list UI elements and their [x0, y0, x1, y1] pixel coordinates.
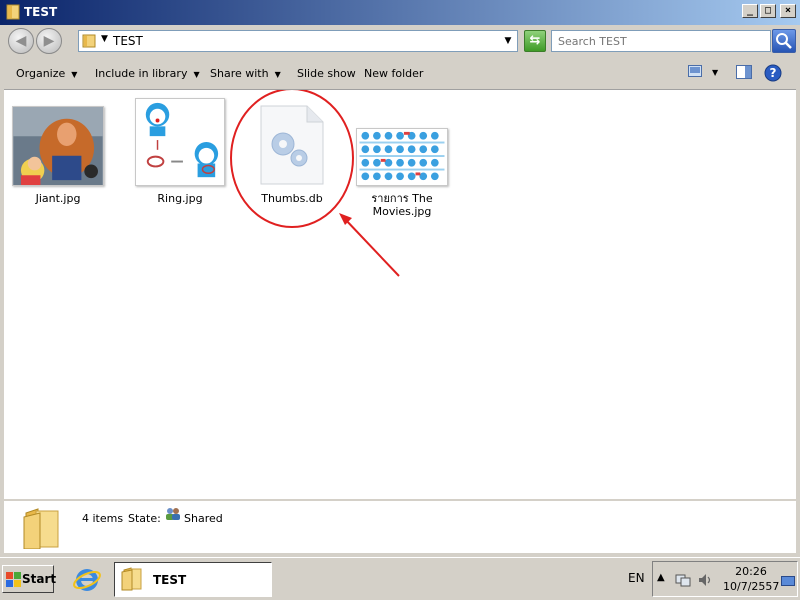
- file-item-ring[interactable]: Ring.jpg: [132, 90, 228, 205]
- system-tray: ▲ 20:26 10/7/2557: [652, 561, 798, 597]
- item-count: 4 items: [82, 512, 124, 525]
- image-thumbnail: [356, 128, 448, 186]
- address-row: ◀ ▶ ▼ TEST ▼ ⇆: [0, 25, 800, 59]
- internet-explorer-icon[interactable]: [72, 565, 102, 595]
- new-folder-label: New folder: [364, 67, 424, 80]
- share-with-label: Share with: [210, 67, 269, 80]
- help-icon: ?: [764, 64, 782, 82]
- organize-menu[interactable]: Organize ▼: [16, 67, 77, 80]
- image-thumbnail: [135, 98, 225, 186]
- taskbar-window-label: TEST: [153, 573, 187, 587]
- include-library-menu[interactable]: Include in library ▼: [95, 67, 200, 80]
- maximize-button[interactable]: □: [760, 4, 776, 18]
- minimize-button[interactable]: _: [742, 4, 758, 18]
- include-library-label: Include in library: [95, 67, 188, 80]
- start-button[interactable]: Start: [2, 565, 57, 593]
- image-thumbnail: [12, 106, 104, 186]
- file-name: Thumbs.db: [261, 192, 323, 205]
- title-bar: TEST _ □ ×: [0, 0, 800, 25]
- preview-pane-button[interactable]: [736, 65, 752, 82]
- refresh-icon: ⇆: [529, 33, 541, 48]
- change-view-button[interactable]: [688, 65, 702, 80]
- chevron-down-icon: ▼: [71, 70, 78, 79]
- windows-logo-icon: [6, 572, 21, 587]
- file-item-jiant[interactable]: Jiant.jpg: [10, 90, 106, 205]
- new-folder-button[interactable]: New folder: [364, 67, 423, 80]
- address-bar[interactable]: ▼ TEST ▼: [78, 30, 518, 52]
- arrow-left-icon: ◀: [15, 33, 27, 49]
- folder-icon: [6, 4, 20, 20]
- arrow-right-icon: ▶: [43, 33, 55, 49]
- volume-icon[interactable]: [697, 572, 713, 588]
- annotation-arrowhead: [339, 213, 352, 225]
- folder-icon: [82, 34, 96, 48]
- chevron-down-icon[interactable]: ▼: [501, 33, 515, 49]
- search-box[interactable]: [551, 30, 771, 52]
- breadcrumb[interactable]: TEST: [113, 34, 143, 48]
- view-dropdown-button[interactable]: ▼: [712, 68, 718, 77]
- organize-label: Organize: [16, 67, 66, 80]
- file-name: รายการ The Movies.jpg: [371, 192, 433, 218]
- clock-date[interactable]: 10/7/2557: [723, 580, 779, 593]
- window-title: TEST: [24, 5, 58, 19]
- share-with-menu[interactable]: Share with ▼: [210, 67, 281, 80]
- annotation-arrow: [343, 217, 400, 277]
- forward-button[interactable]: ▶: [36, 28, 62, 54]
- chevron-down-icon: ▼: [712, 68, 719, 77]
- command-bar: Organize ▼ Include in library ▼ Share with…: [4, 59, 796, 89]
- details-pane: 4 items State: Shared: [4, 499, 796, 553]
- file-item-movies[interactable]: รายการ The Movies.jpg: [354, 90, 450, 218]
- show-hidden-icons-icon[interactable]: ▲: [657, 572, 665, 583]
- taskbar-window-test[interactable]: TEST: [114, 562, 272, 597]
- slide-show-label: Slide show: [297, 67, 356, 80]
- shared-users-icon: [166, 508, 180, 520]
- back-button[interactable]: ◀: [8, 28, 34, 54]
- chevron-down-icon: ▼: [274, 70, 281, 79]
- network-icon[interactable]: [675, 572, 691, 588]
- view-icon: [688, 65, 702, 77]
- slide-show-button[interactable]: Slide show: [297, 67, 356, 80]
- chevron-down-icon: ▼: [193, 70, 200, 79]
- breadcrumb-arrow-icon[interactable]: ▼: [101, 34, 108, 44]
- close-button[interactable]: ×: [780, 4, 796, 18]
- language-indicator[interactable]: EN: [628, 571, 645, 585]
- search-button[interactable]: [772, 29, 796, 53]
- state-label: State:: [128, 512, 161, 525]
- refresh-button[interactable]: ⇆: [524, 30, 546, 52]
- start-label: Start: [22, 572, 57, 586]
- state-value: Shared: [184, 512, 223, 525]
- search-icon: [776, 33, 792, 49]
- file-name: Jiant.jpg: [35, 192, 81, 205]
- file-list[interactable]: Jiant.jpg Ring.jpg Thumbs.db รายการ The …: [4, 89, 796, 499]
- system-file-icon: [260, 105, 324, 185]
- help-button[interactable]: ?: [764, 64, 782, 85]
- clock-time[interactable]: 20:26: [729, 565, 773, 578]
- taskbar: Start TEST EN ▲ 20:26 10/7/2557: [0, 557, 800, 600]
- search-input[interactable]: [552, 31, 770, 51]
- svg-text:?: ?: [770, 66, 777, 80]
- file-name: Ring.jpg: [157, 192, 203, 205]
- file-item-thumbs-db[interactable]: Thumbs.db: [244, 90, 340, 205]
- folder-icon: [121, 567, 142, 591]
- preview-pane-icon: [736, 65, 752, 79]
- folder-icon: [23, 508, 59, 549]
- show-desktop-icon[interactable]: [781, 576, 795, 586]
